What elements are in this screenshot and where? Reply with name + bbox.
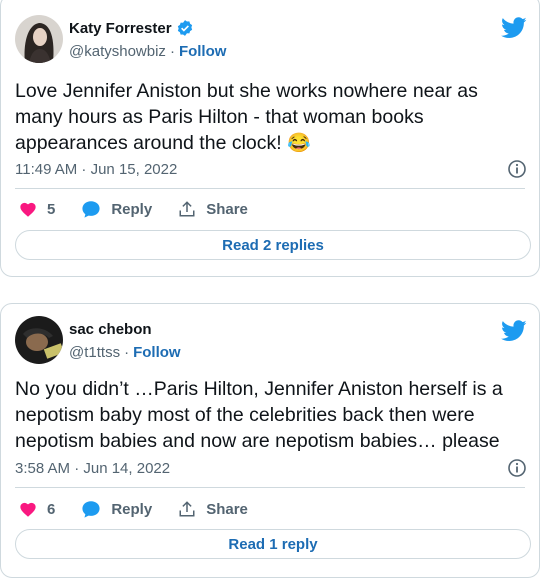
tweet-text: No you didn’t …Paris Hilton, Jennifer An… xyxy=(15,378,503,452)
author-row: Katy Forrester xyxy=(69,19,194,37)
reply-button[interactable]: Reply xyxy=(81,500,152,518)
reply-bubble-icon xyxy=(82,201,100,218)
read-replies-button[interactable]: Read 2 replies xyxy=(15,230,531,260)
info-icon[interactable] xyxy=(507,159,527,179)
handle-row: @katyshowbiz · Follow xyxy=(69,43,226,60)
author-handle[interactable]: @t1ttss xyxy=(69,344,120,361)
twitter-bird-icon[interactable] xyxy=(501,320,527,342)
avatar[interactable] xyxy=(15,316,63,364)
share-label: Share xyxy=(206,200,248,218)
divider xyxy=(15,188,525,189)
author-name[interactable]: Katy Forrester xyxy=(69,20,172,37)
tears-of-joy-emoji: 😂 xyxy=(287,133,311,154)
like-count: 5 xyxy=(47,200,56,218)
twitter-bird-icon[interactable] xyxy=(501,17,527,39)
like-button[interactable]: 5 xyxy=(19,201,55,218)
separator: · xyxy=(124,344,130,361)
tweet-text: Love Jennifer Aniston but she works nowh… xyxy=(15,78,527,157)
heart-icon xyxy=(20,202,36,217)
share-label: Share xyxy=(206,500,248,518)
tweet-card: sac chebon @t1ttss · Follow No you didn’… xyxy=(0,303,540,578)
follow-button[interactable]: Follow xyxy=(179,43,227,60)
action-bar: 5 Reply Share xyxy=(19,200,274,218)
read-replies-button[interactable]: Read 1 reply xyxy=(15,529,531,559)
author-name[interactable]: sac chebon xyxy=(69,321,152,338)
tweet-text-content: Love Jennifer Aniston but she works nowh… xyxy=(15,80,478,154)
handle-row: @t1ttss · Follow xyxy=(69,344,181,361)
divider xyxy=(15,487,525,488)
follow-button[interactable]: Follow xyxy=(133,344,181,361)
tweet-timestamp[interactable]: 11:49 AM · Jun 15, 2022 xyxy=(15,161,177,178)
share-icon xyxy=(179,201,195,217)
like-count: 6 xyxy=(47,500,56,518)
verified-badge-icon xyxy=(177,20,192,36)
reply-label: Reply xyxy=(111,200,153,218)
heart-icon xyxy=(20,502,36,517)
share-button[interactable]: Share xyxy=(178,500,248,518)
tweet-card: Katy Forrester @katyshowbiz · Follow Lov… xyxy=(0,0,540,277)
reply-label: Reply xyxy=(111,500,153,518)
info-icon[interactable] xyxy=(507,458,527,478)
author-row: sac chebon xyxy=(69,321,152,338)
reply-bubble-icon xyxy=(82,501,100,518)
tweet-timestamp[interactable]: 3:58 AM · Jun 14, 2022 xyxy=(15,460,170,477)
share-icon xyxy=(179,501,195,517)
author-handle[interactable]: @katyshowbiz xyxy=(69,43,166,60)
like-button[interactable]: 6 xyxy=(19,501,55,518)
reply-button[interactable]: Reply xyxy=(81,200,152,218)
separator: · xyxy=(169,43,175,60)
share-button[interactable]: Share xyxy=(178,200,248,218)
avatar[interactable] xyxy=(15,15,63,63)
action-bar: 6 Reply Share xyxy=(19,500,274,518)
